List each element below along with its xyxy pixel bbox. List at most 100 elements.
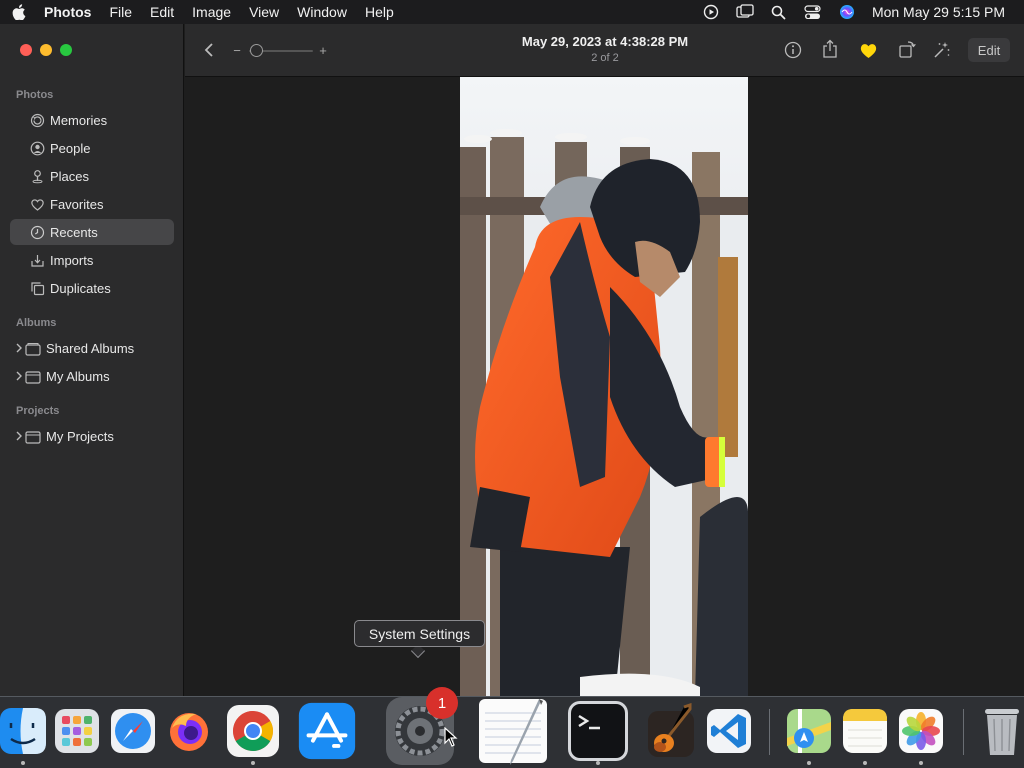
menu-bar: Photos File Edit Image View Window Help …	[0, 0, 1024, 24]
dock-app-vscode[interactable]	[700, 701, 758, 761]
photo-date-title: May 29, 2023 at 4:38:28 PM	[521, 34, 689, 49]
menu-file[interactable]: File	[100, 0, 141, 24]
dock-app-chrome[interactable]	[224, 701, 282, 765]
dock: 1	[0, 687, 1024, 768]
menu-window[interactable]: Window	[288, 0, 356, 24]
photos-window: Photos Memories People Places Favorites …	[0, 24, 1024, 696]
screen-mirroring-icon[interactable]	[736, 3, 754, 21]
spotlight-search-icon[interactable]	[770, 3, 788, 21]
dock-running-indicator	[807, 761, 811, 765]
sidebar-item-my-albums[interactable]: My Albums	[10, 363, 174, 389]
finder-icon	[0, 708, 46, 754]
places-icon	[29, 168, 45, 184]
sidebar-item-people[interactable]: People	[10, 135, 174, 161]
sidebar-item-memories[interactable]: Memories	[10, 107, 174, 133]
sidebar-item-my-projects[interactable]: My Projects	[10, 423, 174, 449]
siri-icon[interactable]	[838, 3, 856, 21]
enhance-magic-wand-icon[interactable]	[932, 39, 952, 60]
dock-app-terminal[interactable]	[566, 701, 630, 765]
dock-app-safari[interactable]	[104, 701, 162, 761]
share-icon[interactable]	[820, 38, 840, 60]
photo-viewer-image[interactable]	[460, 77, 748, 696]
folder-icon	[25, 368, 41, 384]
photo-title-block: May 29, 2023 at 4:38:28 PM 2 of 2	[485, 34, 725, 64]
sidebar-item-duplicates[interactable]: Duplicates	[10, 275, 174, 301]
memories-icon	[29, 112, 45, 128]
dock-app-firefox[interactable]	[160, 701, 218, 761]
chevron-right-icon[interactable]	[15, 370, 23, 382]
sidebar-section-projects: Projects	[16, 405, 60, 417]
close-window-button[interactable]	[20, 44, 32, 56]
sidebar-item-shared-albums[interactable]: Shared Albums	[10, 335, 174, 361]
sidebar-item-recents[interactable]: Recents	[10, 219, 174, 245]
dock-app-trash[interactable]	[973, 701, 1024, 761]
sidebar-item-label: Memories	[50, 112, 108, 128]
dock-app-photos[interactable]	[892, 701, 950, 765]
menu-edit[interactable]: Edit	[141, 0, 183, 24]
vscode-icon	[707, 709, 751, 753]
dock-app-maps[interactable]	[780, 701, 838, 765]
sidebar-item-label: Favorites	[50, 196, 104, 212]
dock-app-garageband[interactable]	[642, 701, 700, 761]
favorite-heart-icon[interactable]	[857, 40, 879, 60]
dock-tooltip: System Settings	[354, 620, 485, 647]
chevron-right-icon[interactable]	[15, 342, 23, 354]
zoom-in-button[interactable]: +	[317, 41, 329, 59]
dock-app-notes[interactable]	[836, 701, 894, 765]
people-icon	[29, 140, 45, 156]
photo-position-count: 2 of 2	[591, 52, 619, 64]
clock-icon	[29, 224, 45, 240]
dock-running-indicator	[251, 761, 255, 765]
heart-icon	[29, 196, 45, 212]
sidebar-item-label: Shared Albums	[46, 340, 135, 356]
trash-icon	[985, 709, 1019, 755]
notification-badge: 1	[426, 687, 458, 719]
rotate-icon[interactable]	[897, 39, 917, 60]
import-icon	[29, 252, 45, 268]
edit-button[interactable]: Edit	[968, 38, 1010, 62]
sidebar-section-albums: Albums	[16, 317, 57, 329]
menu-image[interactable]: Image	[183, 0, 240, 24]
dock-app-app-store[interactable]	[298, 701, 356, 761]
sidebar-item-label: Duplicates	[50, 280, 111, 296]
fullscreen-window-button[interactable]	[60, 44, 72, 56]
garageband-guitar-icon	[648, 703, 694, 757]
sidebar-item-label: People	[50, 140, 91, 156]
dock-app-textedit[interactable]	[476, 699, 550, 765]
minimize-window-button[interactable]	[40, 44, 52, 56]
info-icon[interactable]	[783, 40, 803, 60]
back-chevron-icon[interactable]	[199, 40, 219, 60]
sidebar-item-label: Places	[50, 168, 90, 184]
dock-running-indicator	[919, 761, 923, 765]
menu-clock[interactable]: Mon May 29 5:15 PM	[872, 4, 1005, 20]
notes-icon	[843, 709, 887, 753]
dock-app-launchpad[interactable]	[48, 701, 106, 761]
sidebar-item-label: My Projects	[46, 428, 114, 444]
play-circle-icon[interactable]	[702, 3, 720, 21]
sidebar-item-imports[interactable]: Imports	[10, 247, 174, 273]
menu-help[interactable]: Help	[356, 0, 403, 24]
sidebar-item-places[interactable]: Places	[10, 163, 174, 189]
dock-app-finder[interactable]	[0, 701, 52, 765]
sidebar-section-photos: Photos	[16, 89, 54, 101]
toolbar: − + May 29, 2023 at 4:38:28 PM 2 of 2 Ed…	[185, 24, 1024, 77]
dock-separator	[963, 709, 964, 755]
chevron-right-icon[interactable]	[15, 430, 23, 442]
launchpad-icon	[55, 709, 99, 753]
shared-albums-icon	[25, 340, 41, 356]
menu-view[interactable]: View	[240, 0, 288, 24]
dock-running-indicator	[863, 761, 867, 765]
window-controls	[20, 44, 72, 56]
apple-menu-icon[interactable]	[0, 4, 38, 20]
dock-running-indicator	[21, 761, 25, 765]
menu-app-name[interactable]: Photos	[38, 0, 100, 24]
maps-icon	[787, 709, 831, 753]
control-center-icon[interactable]	[804, 3, 822, 21]
terminal-icon	[568, 701, 628, 761]
sidebar-item-favorites[interactable]: Favorites	[10, 191, 174, 217]
zoom-out-button[interactable]: −	[231, 41, 243, 59]
zoom-slider-knob[interactable]	[250, 44, 263, 57]
app-store-icon	[298, 702, 356, 760]
sidebar-item-label: My Albums	[46, 368, 110, 384]
dock-running-indicator	[596, 761, 600, 765]
